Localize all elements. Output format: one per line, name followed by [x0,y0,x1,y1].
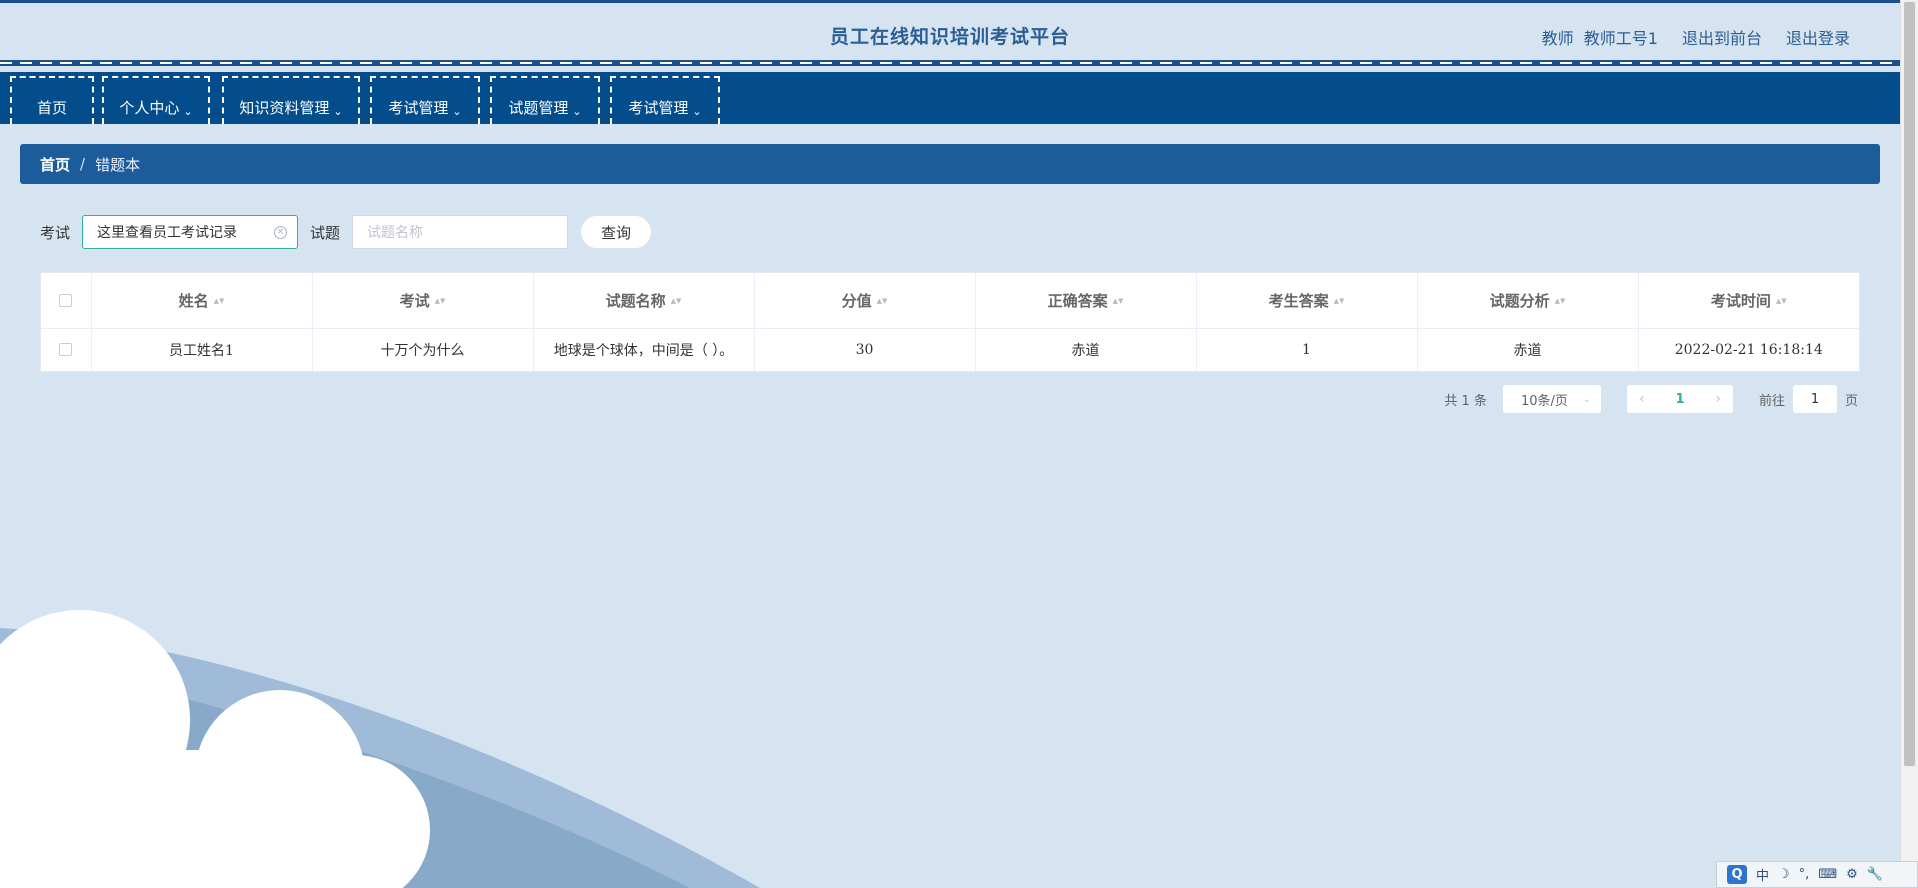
user-info: 教师 教师工号1 [1542,25,1658,49]
column-header-student-answer[interactable]: 考生答案 ▲▼ [1196,273,1418,329]
cell-correct-answer: 赤道 [975,328,1197,371]
cell-score: 30 [754,328,976,371]
nav-item-label: 考试管理 [628,99,689,117]
nav-item-exam-management[interactable]: 考试管理 ⌄ [370,76,480,124]
ime-toolbar: Q 中 ☽ °, ⌨ ⚙ 🔧 [1716,861,1918,888]
cell-exam: 十万个为什么 [312,328,534,371]
table-row[interactable]: 员工姓名1 十万个为什么 地球是个球体，中间是（ ）。 30 赤道 1 赤道 2… [41,328,1859,371]
select-all-cell [41,273,92,329]
column-header-name[interactable]: 姓名 ▲▼ [91,273,313,329]
chevron-down-icon: ⌄ [183,105,193,118]
sort-icon[interactable]: ▲▼ [1555,297,1566,304]
user-area: 教师 教师工号1 退出到前台 退出登录 [1542,25,1850,49]
keyboard-icon[interactable]: ⌨ [1818,867,1837,882]
sort-icon[interactable]: ▲▼ [877,297,888,304]
goto-page-input[interactable]: 1 [1792,385,1837,413]
wrong-questions-table: 姓名 ▲▼ 考试 ▲▼ 试题名称 ▲▼ 分值 ▲▼ 正确答案 ▲▼ 考生答案 ▲▼ 试题分析… [40,272,1860,372]
column-header-exam-time[interactable]: 考试时间 ▲▼ [1638,273,1859,329]
nav-item-exam-management-2[interactable]: 考试管理 ⌄ [610,76,720,124]
nav-item-question-management[interactable]: 试题管理 ⌄ [490,76,600,124]
chevron-down-icon: ⌄ [452,105,462,118]
goto-label: 前往 [1758,393,1785,409]
ime-language-toggle[interactable]: 中 [1756,865,1769,884]
nav-item-label: 知识资料管理 [239,99,330,117]
vertical-scrollbar[interactable] [1900,0,1918,888]
username: 教师工号1 [1583,29,1658,48]
pager: ‹ 1 › [1626,385,1733,413]
chevron-down-icon: ⌄ [692,105,702,118]
chevron-down-icon: ⌄ [333,105,343,118]
nav-item-label: 个人中心 [119,99,180,117]
nav-item-home[interactable]: 首页 [10,76,94,124]
breadcrumb: 首页 / 错题本 [20,144,1880,184]
page-unit-label: 页 [1844,393,1858,409]
sort-icon[interactable]: ▲▼ [1113,297,1124,304]
nav-item-label: 考试管理 [388,99,449,117]
chevron-down-icon: ⌄ [572,105,582,118]
cell-exam-time: 2022-02-21 16:18:14 [1674,341,1823,358]
prev-page-icon[interactable]: ‹ [1639,391,1645,407]
user-role: 教师 [1541,29,1574,48]
column-header-analysis[interactable]: 试题分析 ▲▼ [1417,273,1639,329]
breadcrumb-current: 错题本 [95,155,141,174]
total-count: 共 1 条 [1444,393,1487,409]
cell-name: 员工姓名1 [91,328,313,371]
nav-item-personal-center[interactable]: 个人中心 ⌄ [102,76,210,124]
nav-item-knowledge-management[interactable]: 知识资料管理 ⌄ [222,76,360,124]
scrollbar-thumb[interactable] [1904,2,1915,766]
wrench-icon[interactable]: 🔧 [1867,867,1883,882]
header-divider [0,60,1900,66]
question-search-input[interactable]: 试题名称 [352,215,569,249]
punctuation-icon[interactable]: °, [1799,867,1810,882]
pagination: 共 1 条 10条/页 ⌄ ‹ 1 › 前往 1 页 [1444,385,1858,413]
search-form: 考试 这里查看员工考试记录 × 试题 试题名称 查询 [40,215,653,249]
query-button[interactable]: 查询 [580,215,653,249]
row-checkbox[interactable] [59,343,73,357]
logout-link[interactable]: 退出登录 [1786,25,1850,49]
column-header-question[interactable]: 试题名称 ▲▼ [533,273,755,329]
tools-icon[interactable]: ⚙ [1846,867,1858,882]
chevron-down-icon: ⌄ [1582,393,1591,405]
exam-search-value: 这里查看员工考试记录 [97,225,238,241]
nav-item-label: 试题管理 [508,99,569,117]
page-size-value: 10条/页 [1520,393,1568,409]
question-label: 试题 [310,223,341,242]
sort-icon[interactable]: ▲▼ [1334,297,1345,304]
exam-label: 考试 [40,223,71,242]
back-to-front-link[interactable]: 退出到前台 [1682,25,1762,49]
cell-question: 地球是个球体，中间是（ ）。 [533,328,755,371]
column-header-exam[interactable]: 考试 ▲▼ [312,273,534,329]
sort-icon[interactable]: ▲▼ [671,297,682,304]
cloud-decoration [0,610,760,888]
main-nav: 首页 个人中心 ⌄ 知识资料管理 ⌄ 考试管理 ⌄ 试题管理 ⌄ 考试管理 ⌄ [0,72,1900,124]
question-search-placeholder: 试题名称 [367,225,424,241]
row-select-cell [41,328,92,371]
ime-logo-icon[interactable]: Q [1727,865,1747,884]
sort-icon[interactable]: ▲▼ [435,297,446,304]
sort-icon[interactable]: ▲▼ [1776,297,1787,304]
table-header-row: 姓名 ▲▼ 考试 ▲▼ 试题名称 ▲▼ 分值 ▲▼ 正确答案 ▲▼ 考生答案 ▲▼ 试题分析… [41,273,1859,329]
nav-item-label: 首页 [36,99,67,117]
top-header: 员工在线知识培训考试平台 教师 教师工号1 退出到前台 退出登录 [0,0,1900,66]
page-number[interactable]: 1 [1675,392,1684,407]
sort-icon[interactable]: ▲▼ [214,297,225,304]
exam-search-input[interactable]: 这里查看员工考试记录 × [82,215,299,249]
select-all-checkbox[interactable] [59,294,73,308]
moon-icon[interactable]: ☽ [1778,867,1790,882]
clear-icon[interactable]: × [274,226,288,239]
cell-analysis: 赤道 [1417,328,1639,371]
column-header-score[interactable]: 分值 ▲▼ [754,273,976,329]
cell-student-answer: 1 [1196,328,1418,371]
column-header-correct-answer[interactable]: 正确答案 ▲▼ [975,273,1197,329]
page-size-select[interactable]: 10条/页 ⌄ [1502,385,1601,413]
breadcrumb-home[interactable]: 首页 [40,154,70,175]
next-page-icon[interactable]: › [1715,391,1721,407]
breadcrumb-separator: / [80,155,86,173]
